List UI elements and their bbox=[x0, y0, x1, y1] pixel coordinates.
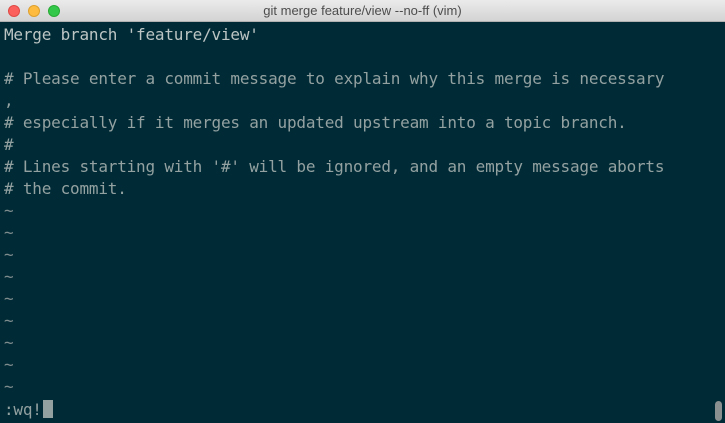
editor-line: # bbox=[4, 135, 14, 154]
editor-line: # Please enter a commit message to expla… bbox=[4, 69, 665, 88]
scrollbar-thumb[interactable] bbox=[715, 401, 722, 421]
title-bar: git merge feature/view --no-ff (vim) bbox=[0, 0, 725, 22]
terminal-window: git merge feature/view --no-ff (vim) Mer… bbox=[0, 0, 725, 423]
editor-line: # the commit. bbox=[4, 179, 127, 198]
text-cursor bbox=[42, 400, 53, 418]
empty-line-marker: ~ bbox=[4, 289, 14, 308]
empty-line-marker: ~ bbox=[4, 355, 14, 374]
empty-line-marker: ~ bbox=[4, 223, 14, 242]
window-title: git merge feature/view --no-ff (vim) bbox=[263, 3, 462, 18]
editor-line: Merge branch 'feature/view' bbox=[4, 25, 259, 44]
empty-line-marker: ~ bbox=[4, 267, 14, 286]
editor-line: # Lines starting with '#' will be ignore… bbox=[4, 157, 665, 176]
editor-line: # especially if it merges an updated ups… bbox=[4, 113, 627, 132]
empty-line-marker: ~ bbox=[4, 311, 14, 330]
empty-line-marker: ~ bbox=[4, 201, 14, 220]
command-text: :wq! bbox=[4, 400, 42, 419]
command-line[interactable]: :wq! bbox=[4, 399, 53, 421]
empty-line-marker: ~ bbox=[4, 245, 14, 264]
editor-line: , bbox=[4, 91, 14, 110]
scrollbar[interactable] bbox=[712, 22, 725, 423]
empty-line-marker: ~ bbox=[4, 377, 14, 396]
vim-editor[interactable]: Merge branch 'feature/view' # Please ent… bbox=[0, 22, 712, 423]
empty-line-marker: ~ bbox=[4, 333, 14, 352]
